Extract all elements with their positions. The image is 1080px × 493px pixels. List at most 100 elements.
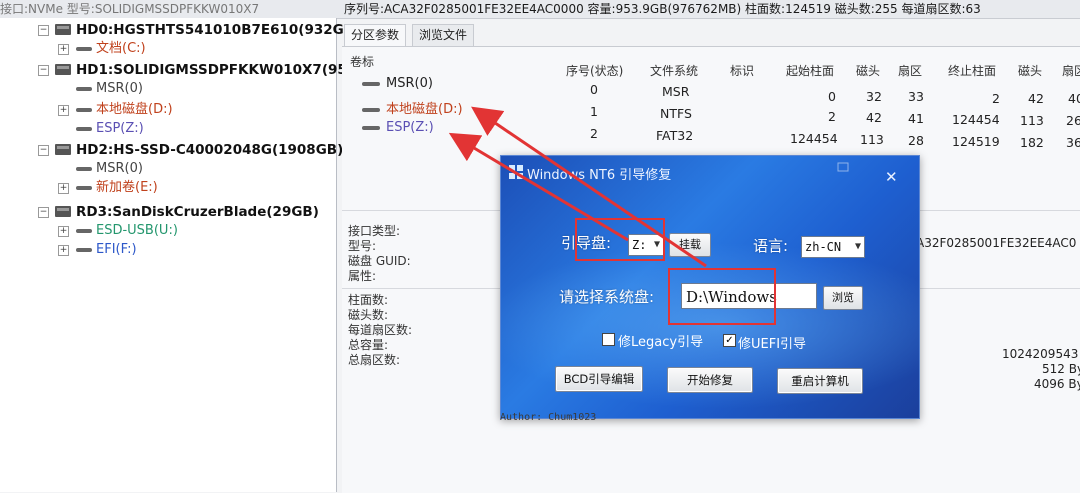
volume-label: 本地磁盘(D:) bbox=[386, 102, 463, 117]
language-label: 语言: bbox=[753, 237, 789, 255]
partition-label: 新加卷(E:) bbox=[96, 180, 158, 195]
volume-label: MSR(0) bbox=[386, 76, 433, 91]
browse-button[interactable]: 浏览 bbox=[823, 286, 863, 310]
cell-sector: 33 bbox=[908, 89, 924, 104]
cell-sector2: 40 bbox=[1068, 91, 1080, 106]
legacy-label: 修Legacy引导 bbox=[618, 335, 704, 350]
windows-logo-icon bbox=[509, 165, 523, 179]
cell-head2: 42 bbox=[1028, 91, 1044, 106]
disk-info-bar: 接口:NVMe 型号:SOLIDIGMSSDPFKKW010X7 序列号:ACA… bbox=[0, 0, 1080, 19]
cell-index: 2 bbox=[590, 126, 598, 141]
partition-icon bbox=[76, 167, 92, 171]
disk-info-text: 序列号:ACA32F0285001FE32EE4AC0000 容量:953.9G… bbox=[344, 2, 981, 16]
partition-label: MSR(0) bbox=[96, 161, 143, 176]
prop-total-sectors: 总扇区数: bbox=[348, 353, 401, 367]
disk-label: HD0:HGSTHTS541010B7E610(932G bbox=[76, 22, 344, 38]
col-header-head: 磁头 bbox=[856, 64, 881, 78]
guid-value: A32F0285001FE32EE4AC0 bbox=[916, 236, 1077, 250]
maximize-icon[interactable] bbox=[837, 162, 849, 172]
col-header-volume: 卷标 bbox=[350, 55, 375, 69]
tab-browse-files[interactable]: 浏览文件 bbox=[412, 24, 475, 46]
uefi-checkbox[interactable]: ✓ bbox=[723, 334, 736, 347]
expand-icon[interactable]: + bbox=[58, 105, 69, 116]
partition-label: MSR(0) bbox=[96, 81, 143, 96]
cell-index: 1 bbox=[590, 104, 598, 119]
removable-disk-icon bbox=[55, 206, 71, 217]
hard-disk-icon bbox=[55, 64, 71, 75]
cell-end-cyl: 2 bbox=[992, 91, 1000, 106]
cell-head2: 113 bbox=[1020, 113, 1044, 128]
partition-label: 本地磁盘(D:) bbox=[96, 102, 173, 117]
sector-size-value: 512 By bbox=[1042, 362, 1080, 376]
cell-head2: 182 bbox=[1020, 135, 1044, 150]
chevron-down-icon: ▼ bbox=[854, 241, 861, 252]
cell-head: 113 bbox=[860, 132, 884, 147]
col-header-id: 标识 bbox=[730, 64, 755, 78]
cell-sector2: 26 bbox=[1066, 113, 1080, 128]
partition-icon bbox=[362, 125, 380, 130]
physical-sector-value: 4096 By bbox=[1034, 377, 1080, 391]
partition-label: ESP(Z:) bbox=[96, 121, 144, 136]
col-header-fs: 文件系统 bbox=[650, 64, 699, 78]
disk-tree[interactable]: − HD0:HGSTHTS541010B7E610(932G + 文档(C:) … bbox=[0, 18, 347, 492]
col-header-index: 序号(状态) bbox=[566, 64, 624, 78]
table-row-d[interactable]: 本地磁盘(D:) bbox=[362, 98, 463, 117]
total-sectors-value: 1024209543 bbox=[1002, 347, 1079, 361]
disk-info-left: 接口:NVMe 型号:SOLIDIGMSSDPFKKW010X7 bbox=[0, 2, 260, 16]
cell-head: 42 bbox=[866, 110, 882, 125]
language-value: zh-CN bbox=[805, 240, 842, 254]
cell-end-cyl: 124454 bbox=[952, 112, 1000, 127]
start-repair-button[interactable]: 开始修复 bbox=[667, 367, 753, 393]
cell-fs: NTFS bbox=[660, 106, 692, 121]
legacy-checkbox[interactable] bbox=[602, 333, 615, 346]
collapse-icon[interactable]: − bbox=[38, 145, 49, 156]
prop-attr: 属性: bbox=[348, 269, 377, 283]
col-header-head2: 磁头 bbox=[1018, 64, 1043, 78]
annotation-box-boot-disk bbox=[575, 218, 665, 261]
cell-head: 32 bbox=[866, 89, 882, 104]
cell-start-cyl: 2 bbox=[828, 109, 836, 124]
table-row-esp[interactable]: ESP(Z:) bbox=[362, 120, 434, 135]
col-header-end-cyl: 终止柱面 bbox=[948, 64, 997, 78]
partition-label: EFI(F:) bbox=[96, 242, 137, 257]
partition-icon bbox=[76, 87, 92, 91]
tab-partition-params[interactable]: 分区参数 bbox=[344, 24, 407, 46]
close-icon[interactable]: ✕ bbox=[885, 170, 898, 185]
expand-icon[interactable]: + bbox=[58, 44, 69, 55]
cell-sector: 41 bbox=[908, 111, 924, 126]
cell-fs: FAT32 bbox=[656, 128, 694, 143]
partition-label: ESD-USB(U:) bbox=[96, 223, 178, 238]
cell-start-cyl: 124454 bbox=[790, 131, 838, 146]
col-header-start-cyl: 起始柱面 bbox=[786, 64, 835, 78]
language-select[interactable]: zh-CN ▼ bbox=[801, 236, 865, 258]
dialog-title: Windows NT6 引导修复 bbox=[527, 168, 672, 183]
annotation-box-system-disk bbox=[668, 268, 776, 325]
partition-icon bbox=[76, 248, 92, 252]
partition-icon bbox=[76, 229, 92, 233]
cell-end-cyl: 124519 bbox=[952, 134, 1000, 149]
dialog-titlebar[interactable]: Windows NT6 引导修复 ✕ bbox=[501, 156, 919, 190]
disk-label: RD3:SanDiskCruzerBlade(29GB) bbox=[76, 204, 319, 220]
col-header-sector: 扇区 bbox=[898, 64, 923, 78]
partition-icon bbox=[76, 47, 92, 51]
expand-icon[interactable]: + bbox=[58, 183, 69, 194]
mount-button[interactable]: 挂载 bbox=[669, 233, 711, 257]
cell-sector2: 36 bbox=[1066, 135, 1080, 150]
col-header-sector2: 扇区 bbox=[1062, 64, 1080, 78]
expand-icon[interactable]: + bbox=[58, 226, 69, 237]
collapse-icon[interactable]: − bbox=[38, 65, 49, 76]
table-row-msr[interactable]: MSR(0) bbox=[362, 76, 433, 91]
bcd-edit-button[interactable]: BCD引导编辑 bbox=[555, 366, 643, 392]
disk-label: HD2:HS-SSD-C40002048G(1908GB) bbox=[76, 142, 344, 158]
restart-computer-button[interactable]: 重启计算机 bbox=[777, 368, 863, 394]
expand-icon[interactable]: + bbox=[58, 245, 69, 256]
collapse-icon[interactable]: − bbox=[38, 207, 49, 218]
partition-label: 文档(C:) bbox=[96, 41, 146, 56]
partition-icon bbox=[362, 107, 380, 112]
hard-disk-icon bbox=[55, 144, 71, 155]
partition-icon bbox=[76, 108, 92, 112]
collapse-icon[interactable]: − bbox=[38, 25, 49, 36]
cell-sector: 28 bbox=[908, 133, 924, 148]
partition-icon bbox=[76, 127, 92, 131]
hard-disk-icon bbox=[55, 24, 71, 35]
